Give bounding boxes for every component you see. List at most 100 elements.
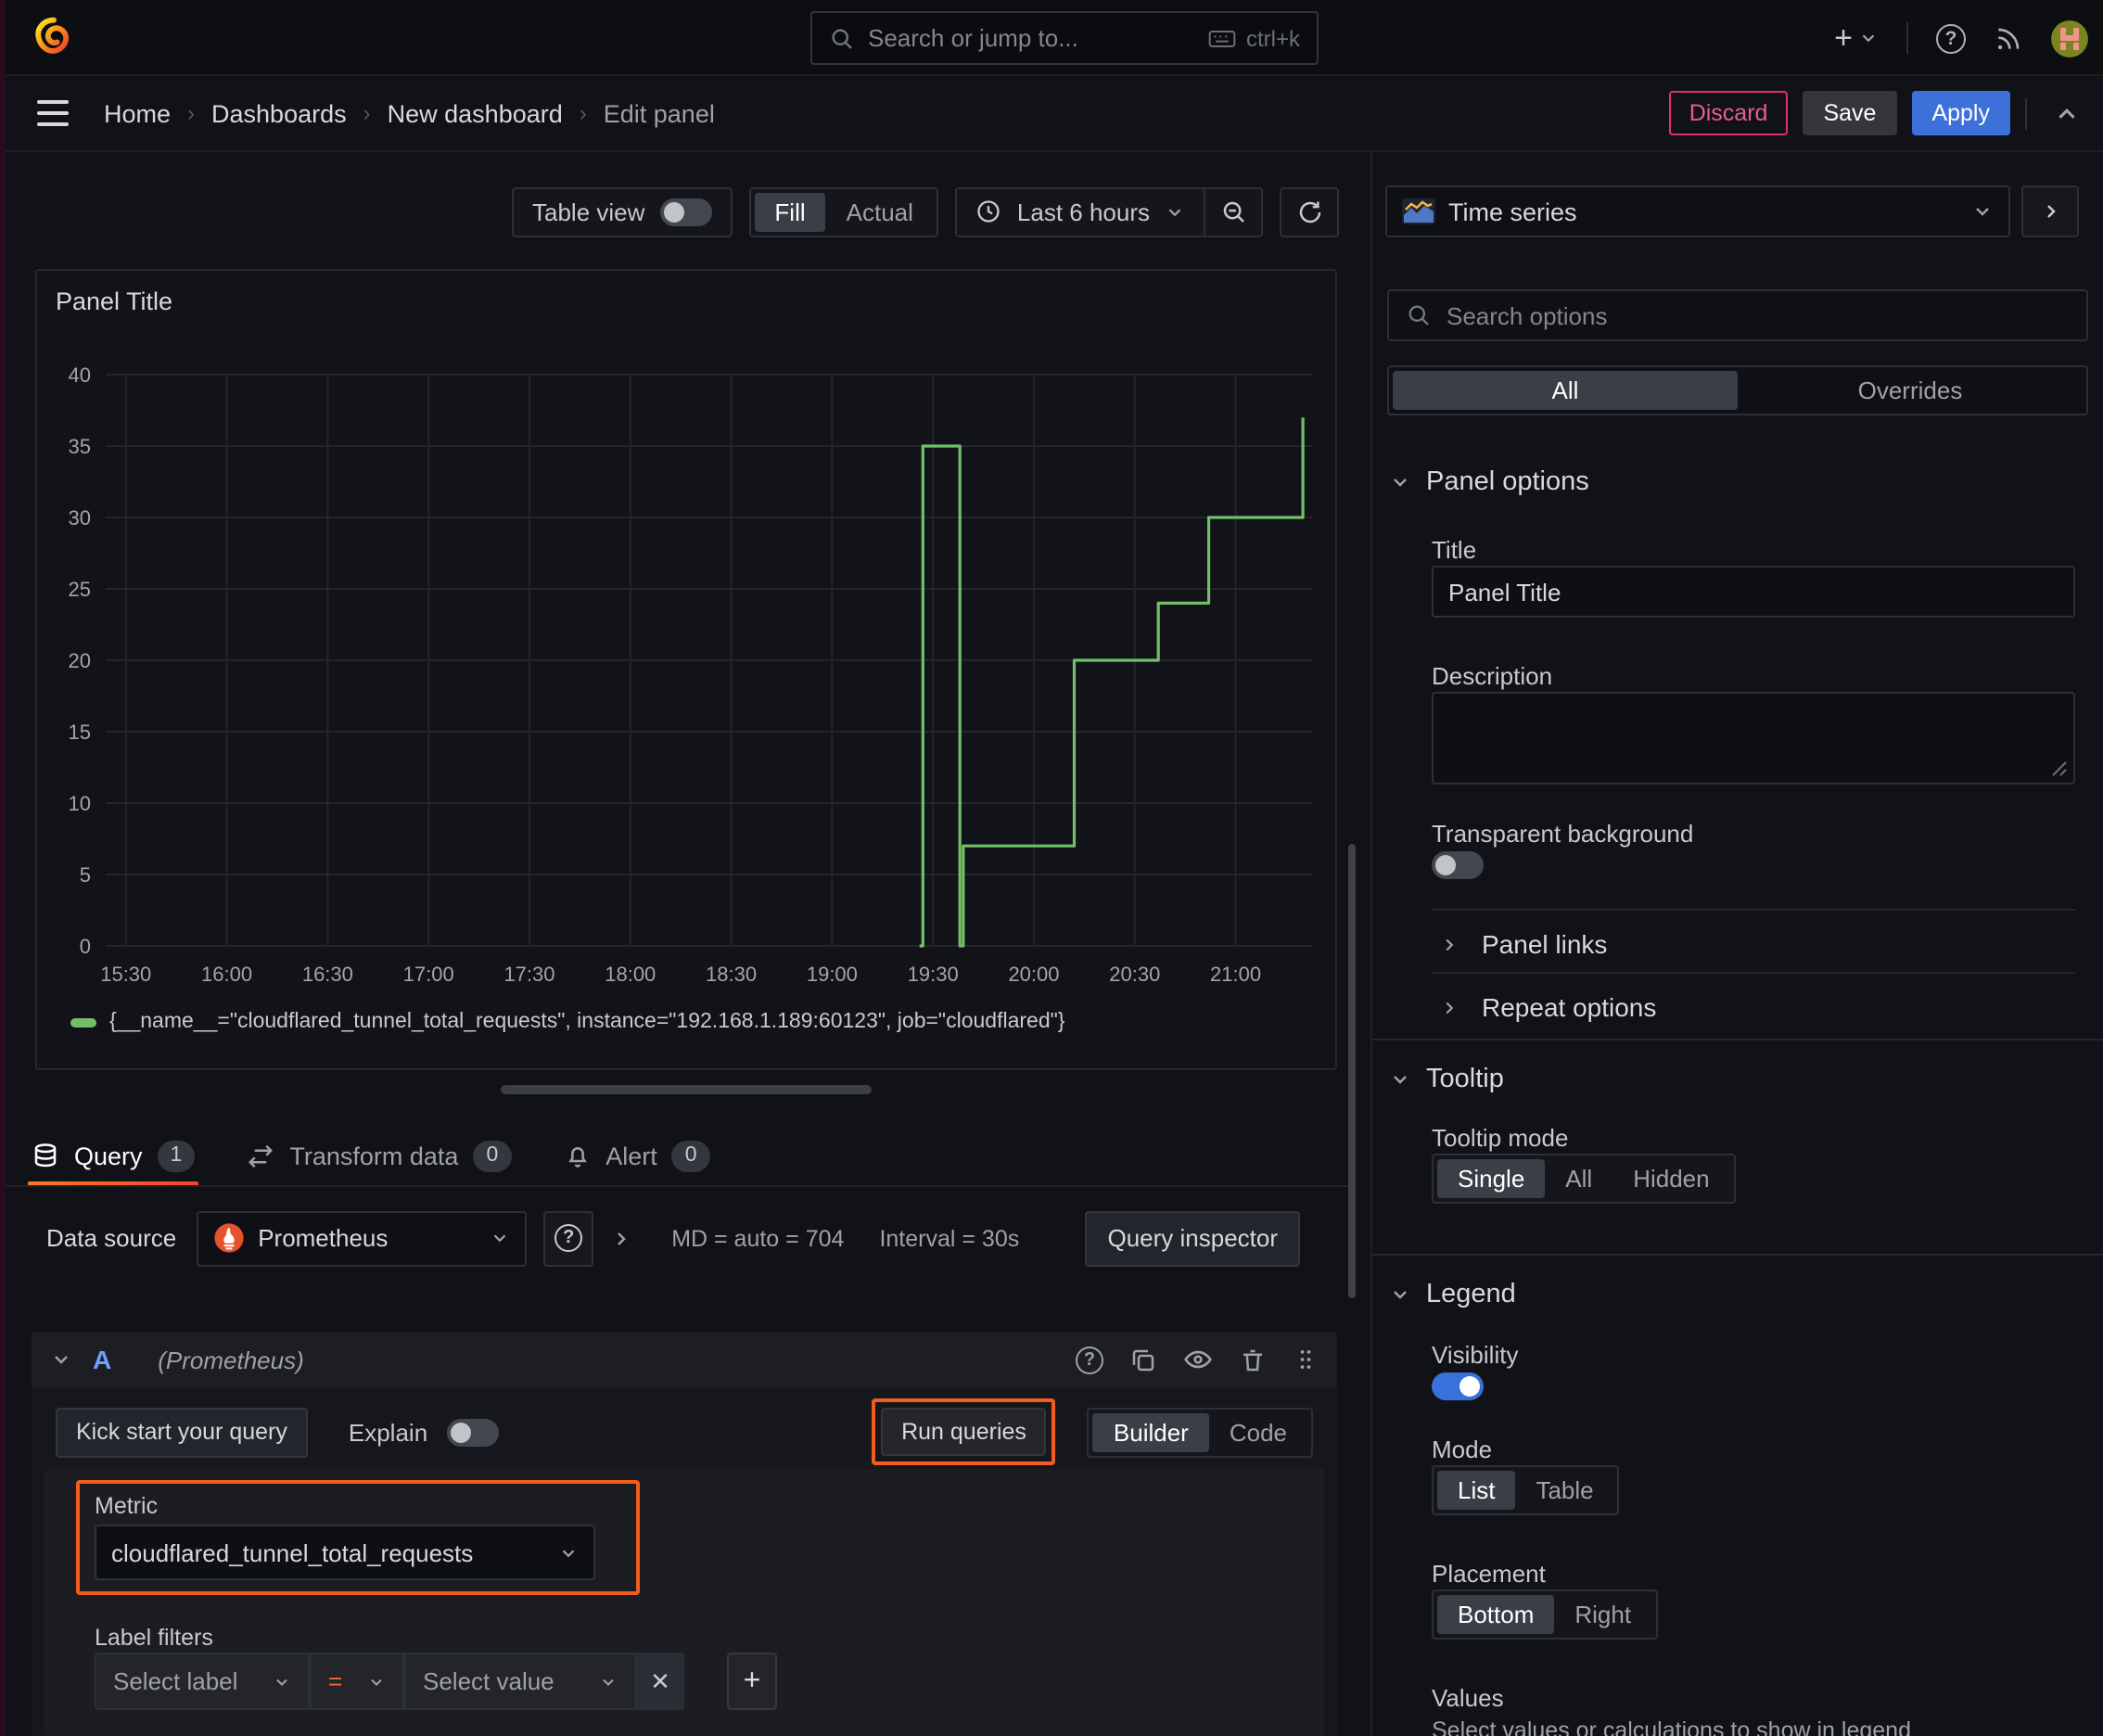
svg-text:0: 0 <box>80 935 91 958</box>
chevron-down-icon <box>603 1678 614 1685</box>
tab-transform-data[interactable]: Transform data 0 <box>247 1128 512 1183</box>
legend-series-swatch[interactable] <box>70 1017 96 1027</box>
legend-table-option[interactable]: Table <box>1515 1471 1613 1510</box>
chevron-down-icon[interactable] <box>50 1348 72 1371</box>
panel-title: Panel Title <box>56 287 173 315</box>
zoom-out-button[interactable] <box>1205 188 1261 235</box>
transform-icon <box>247 1142 274 1169</box>
trash-icon[interactable] <box>1239 1346 1267 1373</box>
explain-toggle[interactable] <box>446 1418 499 1446</box>
save-button[interactable]: Save <box>1803 91 1897 135</box>
add-filter-button[interactable]: + <box>727 1653 777 1710</box>
tab-alert[interactable]: Alert 0 <box>563 1128 710 1183</box>
tooltip-section-header[interactable]: Tooltip <box>1389 1065 1504 1094</box>
help-icon[interactable]: ? <box>1936 23 1966 53</box>
panel-options-header[interactable]: Panel options <box>1389 467 1589 497</box>
actual-option[interactable]: Actual <box>826 192 934 231</box>
chart-legend: {__name__="cloudflared_tunnel_total_requ… <box>70 1011 1064 1033</box>
discard-button[interactable]: Discard <box>1668 91 1789 135</box>
run-queries-button[interactable]: Run queries <box>881 1408 1047 1456</box>
tooltip-all-option[interactable]: All <box>1545 1159 1612 1198</box>
datasource-help-button[interactable]: ? <box>543 1210 594 1266</box>
navbar-divider <box>1906 22 1908 54</box>
refresh-button[interactable] <box>1281 188 1337 235</box>
query-builder-block: Metric cloudflared_tunnel_total_requests… <box>45 1469 1324 1736</box>
legend-list-option[interactable]: List <box>1437 1471 1516 1510</box>
chevron-right-icon[interactable] <box>610 1227 632 1249</box>
operator-dropdown[interactable]: = <box>310 1653 404 1710</box>
time-range-picker[interactable]: Last 6 hours <box>958 188 1204 235</box>
datasource-name: Prometheus <box>258 1224 389 1252</box>
query-actions-row: Kick start your query Explain Run querie… <box>56 1398 1313 1465</box>
breadcrumb-new-dashboard[interactable]: New dashboard <box>388 99 563 127</box>
select-value-dropdown[interactable]: Select value <box>404 1653 636 1710</box>
query-inspector-button[interactable]: Query inspector <box>1085 1210 1300 1266</box>
interval-text: Interval = 30s <box>879 1225 1020 1251</box>
description-textarea[interactable] <box>1432 692 2075 785</box>
tab-query[interactable]: Query 1 <box>27 1128 199 1187</box>
tooltip-single-option[interactable]: Single <box>1437 1159 1546 1198</box>
remove-filter-button[interactable]: ✕ <box>636 1653 684 1710</box>
chart-panel[interactable]: Panel Title 0 5 10 15 20 25 30 35 40 15:30 16:00 16… <box>35 269 1337 1070</box>
toggle-options-pane-button[interactable] <box>2021 185 2079 237</box>
edit-panel-content: Table view Fill Actual Last 6 hours Pane… <box>0 152 2103 1736</box>
chevron-right-icon <box>2046 205 2055 218</box>
fill-option[interactable]: Fill <box>754 192 826 231</box>
datasource-select[interactable]: Prometheus <box>197 1210 528 1266</box>
chevron-down-icon <box>562 1549 575 1557</box>
vertical-scrollbar[interactable] <box>1348 844 1356 1298</box>
tab-overrides[interactable]: Overrides <box>1738 371 2083 410</box>
tooltip-hidden-option[interactable]: Hidden <box>1612 1159 1729 1198</box>
visualization-select[interactable]: Time series <box>1385 185 2010 237</box>
transparent-background-toggle[interactable] <box>1432 851 1484 879</box>
tooltip-mode-segment: Single All Hidden <box>1432 1154 1736 1204</box>
panel-title-input[interactable]: Panel Title <box>1432 566 2075 618</box>
global-search-input[interactable]: Search or jump to... ctrl+k <box>810 11 1319 65</box>
select-label-dropdown[interactable]: Select label <box>95 1653 310 1710</box>
resize-corner-icon <box>2052 761 2067 776</box>
legend-series-label[interactable]: {__name__="cloudflared_tunnel_total_requ… <box>109 1011 1064 1033</box>
label-filter-row: Select label = Select value ✕ + <box>95 1653 777 1710</box>
all-overrides-tabs: All Overrides <box>1387 365 2088 415</box>
table-view-toggle[interactable] <box>659 198 712 225</box>
eye-icon[interactable] <box>1183 1345 1213 1374</box>
placement-right-option[interactable]: Right <box>1554 1595 1651 1634</box>
new-dropdown-button[interactable]: + <box>1834 19 1879 57</box>
user-avatar[interactable] <box>2051 19 2088 57</box>
placement-bottom-option[interactable]: Bottom <box>1437 1595 1555 1634</box>
builder-option[interactable]: Builder <box>1092 1412 1209 1451</box>
tab-all[interactable]: All <box>1393 371 1738 410</box>
metric-select[interactable]: cloudflared_tunnel_total_requests <box>95 1525 595 1580</box>
legend-visibility-toggle[interactable] <box>1432 1372 1484 1400</box>
repeat-options-section[interactable]: Repeat options <box>1439 992 1656 1022</box>
table-view-control: Table view <box>512 186 733 236</box>
code-option[interactable]: Code <box>1209 1412 1307 1451</box>
menu-hamburger-icon[interactable] <box>37 91 82 135</box>
news-rss-icon[interactable] <box>1994 23 2023 53</box>
time-series-chart[interactable]: 0 5 10 15 20 25 30 35 40 15:30 16:00 16:30 17:00 17:3… <box>56 341 1320 994</box>
values-helper-text: Select values or calculations to show in… <box>1432 1717 1911 1736</box>
description-label: Description <box>1432 662 1553 690</box>
bell-icon <box>563 1142 591 1169</box>
chevron-up-icon[interactable] <box>2053 99 2081 127</box>
time-picker-group: Last 6 hours <box>955 186 1263 236</box>
apply-button[interactable]: Apply <box>1911 91 2010 135</box>
breadcrumb-separator: › <box>187 100 196 126</box>
panel-links-section[interactable]: Panel links <box>1439 929 1607 959</box>
panel-resize-handle[interactable] <box>501 1085 872 1094</box>
breadcrumb-home[interactable]: Home <box>104 99 171 127</box>
query-help-icon[interactable]: ? <box>1076 1346 1103 1373</box>
duplicate-icon[interactable] <box>1129 1346 1157 1373</box>
options-search-input[interactable]: Search options <box>1387 289 2088 341</box>
left-column: Table view Fill Actual Last 6 hours Pane… <box>0 152 1356 1736</box>
grafana-logo-icon[interactable] <box>33 17 74 57</box>
legend-section-header[interactable]: Legend <box>1389 1280 1516 1309</box>
svg-text:15: 15 <box>69 721 91 744</box>
search-placeholder: Search or jump to... <box>868 24 1078 52</box>
kick-start-button[interactable]: Kick start your query <box>56 1407 308 1457</box>
explain-label: Explain <box>348 1418 428 1446</box>
query-row-header[interactable]: A (Prometheus) ? <box>32 1332 1337 1387</box>
breadcrumb-dashboards[interactable]: Dashboards <box>211 99 347 127</box>
drag-grip-icon[interactable] <box>1293 1347 1319 1372</box>
chevron-down-icon <box>276 1678 287 1685</box>
